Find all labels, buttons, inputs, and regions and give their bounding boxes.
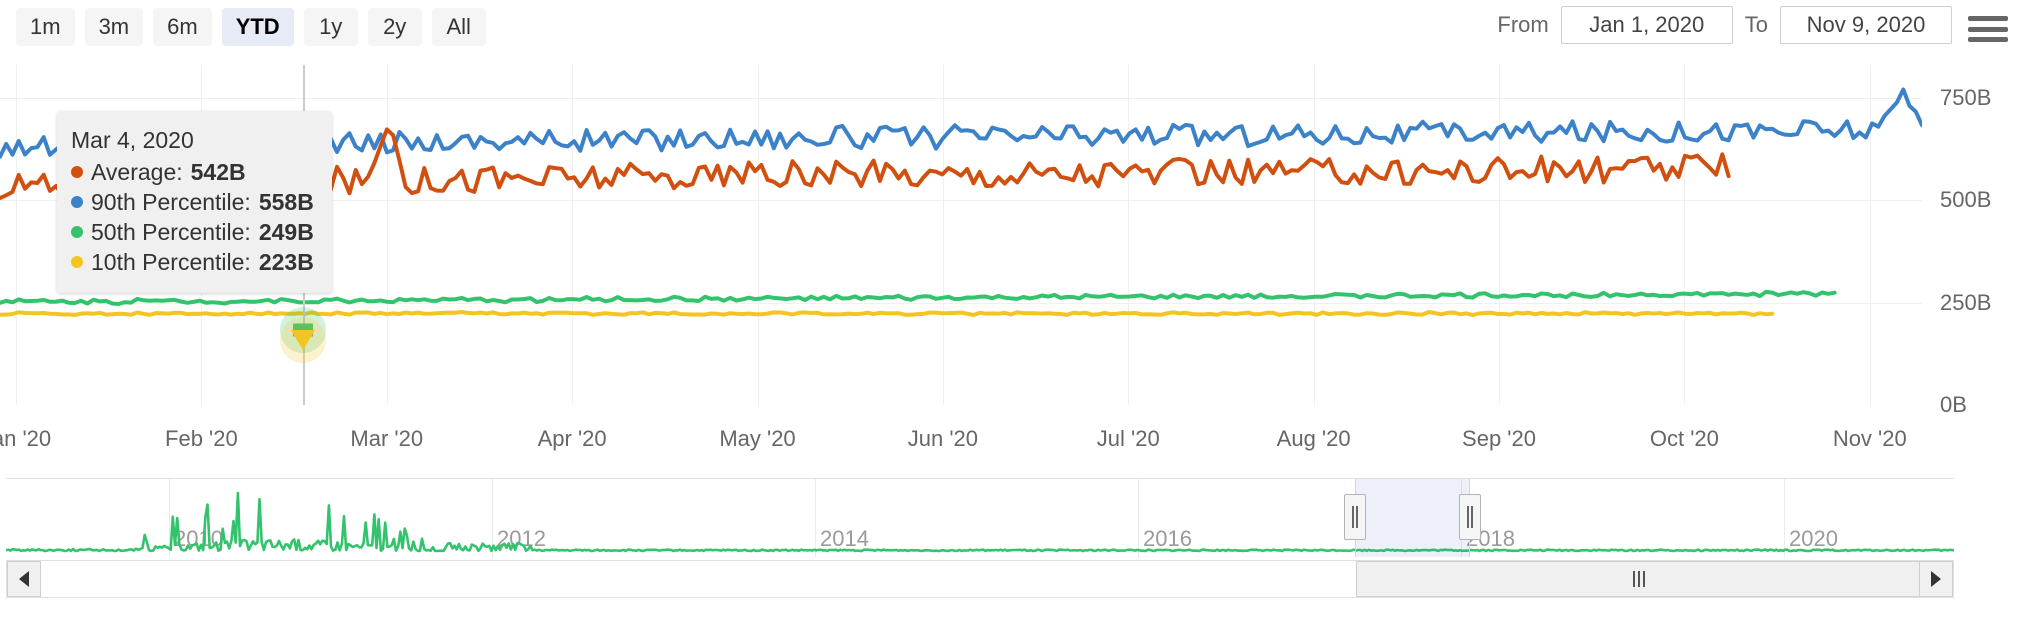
range-button-1y[interactable]: 1y <box>303 8 358 46</box>
tooltip-series-value: 249B <box>258 219 314 245</box>
x-tick-label: Apr '20 <box>537 426 607 451</box>
tooltip-series-value: 542B <box>190 159 246 185</box>
range-selector-buttons: 1m 3m 6m YTD 1y 2y All <box>16 8 486 46</box>
tooltip-row: 10th Percentile: 223B <box>71 247 314 277</box>
series-line-10th-percentile <box>0 309 1775 318</box>
x-axis-labels: Jan '20 Feb '20 Mar '20 Apr '20 May '20 Jun '… <box>0 426 1922 466</box>
hamburger-menu-icon[interactable] <box>1968 12 2010 46</box>
tooltip-row: Average: 542B <box>71 157 314 187</box>
date-range-inputs: From To <box>1497 6 1952 44</box>
x-tick-label: Jan '20 <box>0 426 52 451</box>
chart-toolbar: 1m3m6mYTD1y2yAll From To <box>0 0 2024 58</box>
range-button-2y[interactable]: 2y <box>367 8 422 46</box>
navigator-plot[interactable]: 2010 2012 2014 2016 2018 2020 <box>6 479 1954 557</box>
range-button-3m[interactable]: 3m <box>84 8 144 46</box>
tooltip-series-name: 90th Percentile: <box>91 189 251 215</box>
series-dot-p10 <box>71 256 83 268</box>
scrollbar-thumb[interactable] <box>1356 561 1921 597</box>
y-tick-label: 0B <box>1940 392 1967 417</box>
range-button-ytd[interactable]: YTD <box>221 8 294 46</box>
main-chart[interactable]: 0B 250B 500B 750B Jan '20 Feb '20 Mar '20 Apr … <box>0 58 2024 470</box>
from-label: From <box>1497 12 1549 37</box>
tooltip-series-value: 558B <box>258 189 314 215</box>
series-dot-average <box>71 166 83 178</box>
to-date-input[interactable] <box>1780 6 1952 44</box>
marker-p10[interactable] <box>291 330 315 350</box>
tooltip-series-value: 223B <box>258 249 314 275</box>
y-tick-label: 500B <box>1940 187 1992 213</box>
y-tick-label: 250B <box>1940 289 1992 315</box>
range-button-6m[interactable]: 6m <box>153 8 212 46</box>
chart-tooltip: Mar 4, 2020 Average: 542B 90th Percentile: 5… <box>57 111 332 293</box>
series-dot-p90 <box>71 196 83 208</box>
tooltip-series-name: Average: <box>91 159 183 185</box>
range-button-1m[interactable]: 1m <box>16 8 75 46</box>
navigator-handle-left[interactable] <box>1344 494 1366 540</box>
to-label: To <box>1744 12 1768 37</box>
series-dot-p50 <box>71 226 83 238</box>
scroll-right-arrow-icon[interactable] <box>1919 561 1953 597</box>
x-tick-label: Sep '20 <box>1462 426 1536 451</box>
tooltip-row: 50th Percentile: 249B <box>71 217 314 247</box>
x-tick-label: Feb '20 <box>165 426 238 451</box>
x-tick-label: Oct '20 <box>1649 426 1719 451</box>
tooltip-row: 90th Percentile: 558B <box>71 187 314 217</box>
navigator-handle-right[interactable] <box>1459 494 1481 540</box>
tooltip-date: Mar 4, 2020 <box>71 127 194 153</box>
x-tick-label: Aug '20 <box>1276 426 1351 451</box>
x-tick-label: May '20 <box>719 426 796 451</box>
navigator-sparkline <box>6 491 1954 553</box>
navigator-selection-mask[interactable] <box>1355 479 1470 557</box>
stock-chart-widget: 1m3m6mYTD1y2yAll From To 0B 250B 500B 750B … <box>0 0 2024 636</box>
tooltip-series-name: 10th Percentile: <box>91 249 251 275</box>
y-axis-labels: 0B 250B 500B 750B <box>1940 65 2024 425</box>
range-button-all[interactable]: All <box>431 8 486 46</box>
x-tick-label: Jun '20 <box>907 426 979 451</box>
x-tick-label: Jul '20 <box>1096 426 1160 451</box>
chart-navigator[interactable]: 2010 2012 2014 2016 2018 2020 <box>0 478 2024 598</box>
series-line-50th-percentile <box>0 289 1837 306</box>
x-tick-label: Nov '20 <box>1832 426 1907 451</box>
x-tick-label: Mar '20 <box>350 426 424 451</box>
navigator-series-line <box>6 491 1954 553</box>
scroll-left-arrow-icon[interactable] <box>7 561 41 597</box>
y-tick-label: 750B <box>1940 84 1992 110</box>
tooltip-series-name: 50th Percentile: <box>91 219 251 245</box>
navigator-scrollbar[interactable] <box>6 560 1954 598</box>
from-date-input[interactable] <box>1560 6 1733 44</box>
